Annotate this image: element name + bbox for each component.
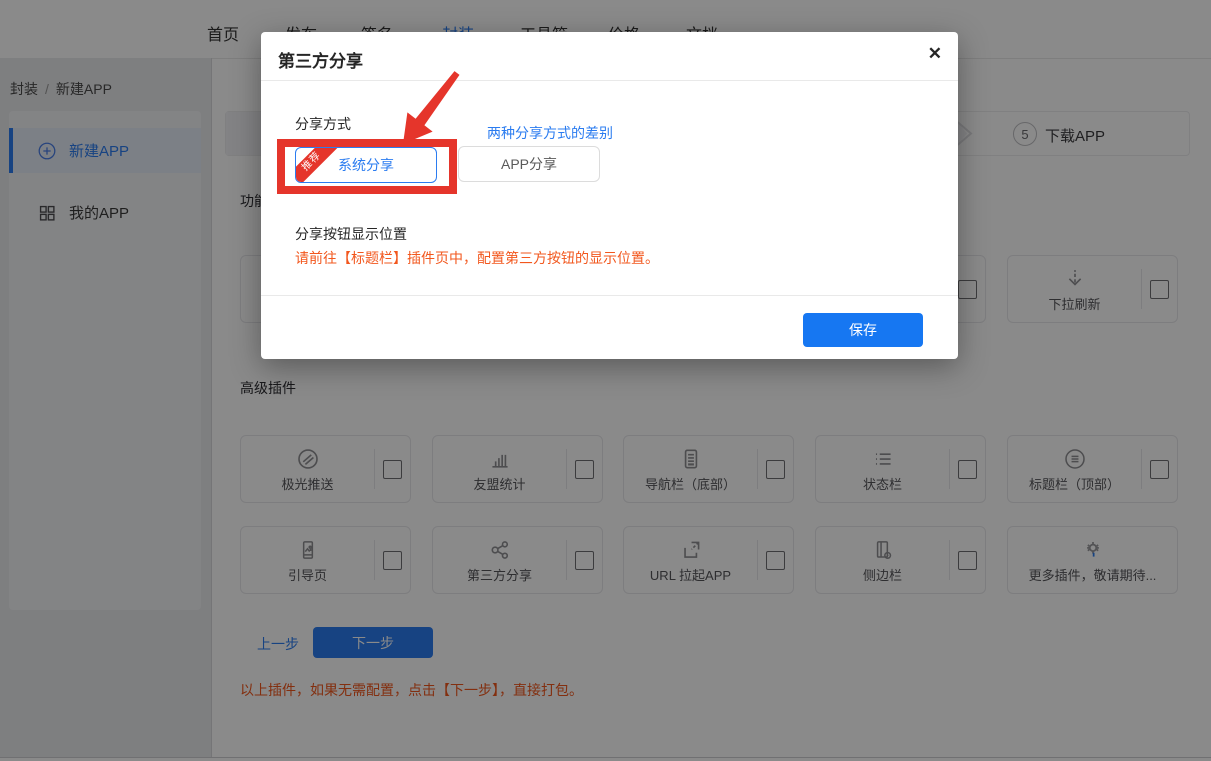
app-packaging-page: 首页 发布 签名 封装 工具箱 价格 文档 封装/新建APP 新建APP 我的A… [0,0,1211,761]
save-button[interactable]: 保存 [803,313,923,347]
app-share-option[interactable]: APP分享 [458,146,600,182]
system-share-option[interactable]: 推荐 系统分享 [295,147,437,183]
share-button-position-note: 请前往【标题栏】插件页中，配置第三方按钮的显示位置。 [295,248,659,268]
share-button-position-label: 分享按钮显示位置 [295,224,407,244]
system-share-label: 系统分享 [338,157,394,173]
modal-title: 第三方分享 [278,47,363,72]
share-method-label: 分享方式 [295,114,351,134]
share-method-diff-link[interactable]: 两种分享方式的差别 [487,123,613,143]
third-party-share-modal: 第三方分享 ✕ 分享方式 两种分享方式的差别 推荐 系统分享 APP分享 分享按… [261,32,958,359]
app-share-label: APP分享 [501,156,557,172]
modal-footer-divider [261,295,958,296]
close-icon[interactable]: ✕ [928,45,942,62]
modal-header-divider [261,80,958,81]
